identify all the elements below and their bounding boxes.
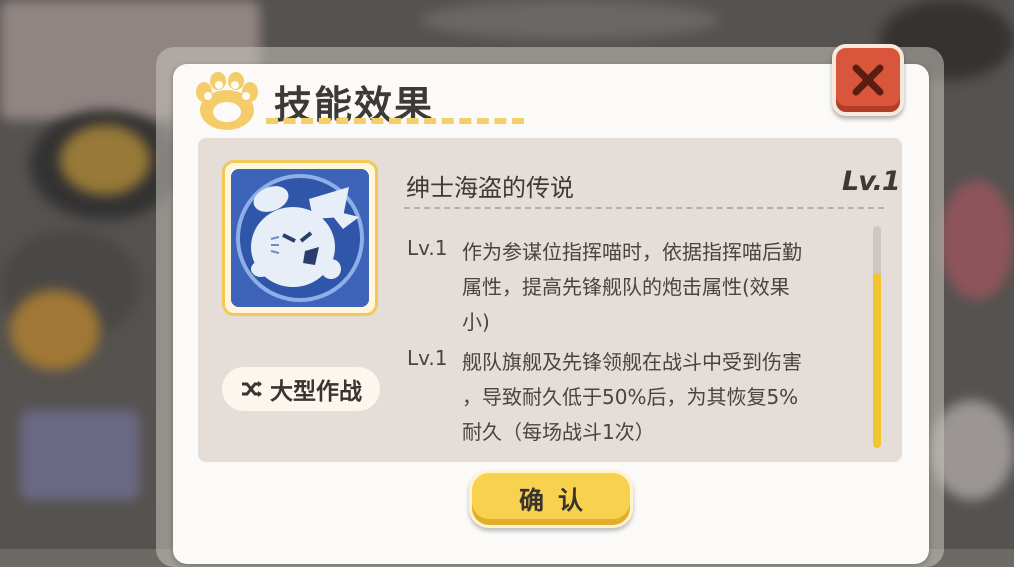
- close-x-icon: [852, 64, 884, 96]
- confirm-button[interactable]: 确认: [469, 470, 633, 528]
- shuffle-icon: [242, 381, 262, 397]
- scrollbar-thumb[interactable]: [873, 273, 881, 448]
- close-button[interactable]: [832, 44, 904, 116]
- pirate-cat-skill-icon: [231, 169, 369, 307]
- skill-name: 绅士海盗的传说: [406, 174, 574, 202]
- desc-level-label: Lv.1: [407, 236, 448, 260]
- desc-line: ，导致耐久低于50%后，为其恢复5%: [462, 385, 799, 409]
- battle-mode-label: 大型作战: [270, 379, 362, 405]
- battle-mode-tag: 大型作战: [222, 367, 380, 411]
- skill-level-badge: Lv.1: [842, 166, 901, 197]
- dialog-header: 技能效果: [194, 66, 594, 136]
- title-underline: [266, 118, 524, 124]
- desc-level-label: Lv.1: [407, 346, 448, 370]
- skill-icon-frame: [222, 160, 378, 316]
- desc-line: 作为参谋位指挥喵时，依据指挥喵后勤: [462, 240, 802, 264]
- name-separator: [404, 207, 884, 209]
- desc-line: 小): [462, 310, 490, 334]
- desc-line: 耐久（每场战斗1次）: [462, 420, 655, 444]
- skill-description-list[interactable]: Lv.1 作为参谋位指挥喵时，依据指挥喵后勤 属性，提高先锋舰队的炮击属性(效果…: [404, 212, 870, 448]
- clipped-previous-line: [462, 212, 468, 222]
- desc-line: 属性，提高先锋舰队的炮击属性(效果: [462, 275, 790, 299]
- desc-line: 舰队旗舰及先锋领舰在战斗中受到伤害: [462, 350, 802, 374]
- paw-icon: [196, 72, 258, 130]
